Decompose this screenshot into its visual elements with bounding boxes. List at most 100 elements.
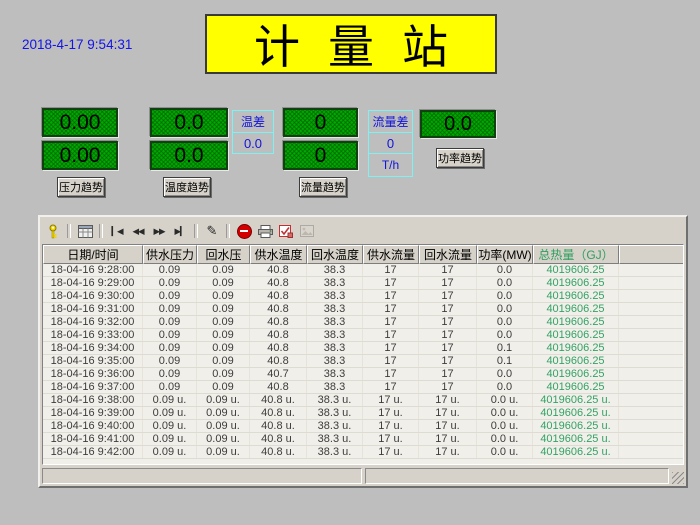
- table-row[interactable]: 18-04-16 9:29:000.090.0940.838.317170.04…: [43, 277, 683, 290]
- supply-flow-display: 0: [283, 108, 358, 137]
- table-cell: 40.8 u.: [250, 394, 307, 406]
- header-cell: 回水压: [197, 245, 250, 264]
- table-cell: 0.09: [143, 316, 197, 328]
- row-filler: [619, 433, 683, 445]
- first-record-icon[interactable]: ▎◀: [108, 223, 126, 239]
- status-pane-right: [365, 468, 669, 484]
- table-cell: 17: [419, 329, 477, 341]
- table-cell: 4019606.25: [533, 303, 619, 315]
- table-cell: 17: [419, 316, 477, 328]
- table-cell: 40.8: [250, 381, 307, 393]
- table-row[interactable]: 18-04-16 9:36:000.090.0940.738.317170.04…: [43, 368, 683, 381]
- table-cell: 0.09 u.: [197, 433, 250, 445]
- row-filler: [619, 342, 683, 354]
- flow-diff-value: 0: [368, 132, 413, 154]
- toolbar-separator: [67, 224, 71, 238]
- table-cell: 0.09: [143, 290, 197, 302]
- table-row[interactable]: 18-04-16 9:28:000.090.0940.838.317170.04…: [43, 264, 683, 277]
- pressure-trend-button[interactable]: 压力趋势: [57, 177, 105, 197]
- header-cell: 回水流量: [419, 245, 477, 264]
- table-cell: 0.0: [477, 277, 533, 289]
- table-cell: 38.3: [307, 368, 363, 380]
- table-cell: 40.8: [250, 290, 307, 302]
- table-cell: 4019606.25: [533, 316, 619, 328]
- image-icon[interactable]: [298, 223, 316, 239]
- table-cell: 4019606.25: [533, 355, 619, 367]
- temp-diff-value: 0.0: [232, 132, 274, 154]
- flow-diff-unit: T/h: [368, 153, 413, 177]
- table-cell: 17 u.: [419, 433, 477, 445]
- table-cell: 4019606.25: [533, 381, 619, 393]
- key-icon[interactable]: [44, 223, 62, 239]
- table-row[interactable]: 18-04-16 9:32:000.090.0940.838.317170.04…: [43, 316, 683, 329]
- table-cell: 0.09: [197, 381, 250, 393]
- table-cell: 17: [363, 355, 419, 367]
- table-cell: 0.09: [197, 290, 250, 302]
- table-cell: 38.3: [307, 355, 363, 367]
- flow-trend-button[interactable]: 流量趋势: [299, 177, 347, 197]
- table-toolbar: ▎◀ ◀◀ ▶▶ ▶▎ ✎: [40, 217, 686, 243]
- table-row[interactable]: 18-04-16 9:40:000.09 u.0.09 u.40.8 u.38.…: [43, 420, 683, 433]
- last-record-icon[interactable]: ▶▎: [171, 223, 189, 239]
- table-cell: 18-04-16 9:38:00: [43, 394, 143, 406]
- table-cell: 0.0 u.: [477, 446, 533, 458]
- table-row[interactable]: 18-04-16 9:39:000.09 u.0.09 u.40.8 u.38.…: [43, 407, 683, 420]
- row-filler: [619, 381, 683, 393]
- table-cell: 17: [363, 342, 419, 354]
- table-cell: 0.09: [197, 342, 250, 354]
- table-cell: 0.09: [143, 381, 197, 393]
- table-cell: 38.3 u.: [307, 446, 363, 458]
- printer-icon[interactable]: [256, 223, 274, 239]
- power-display: 0.0: [420, 110, 496, 138]
- fast-forward-icon[interactable]: ▶▶: [150, 223, 168, 239]
- resize-grip-icon[interactable]: [672, 472, 684, 484]
- pencil-icon[interactable]: ✎: [203, 223, 221, 239]
- table-cell: 40.7: [250, 368, 307, 380]
- table-cell: 40.8: [250, 329, 307, 341]
- table-cell: 18-04-16 9:37:00: [43, 381, 143, 393]
- table-row[interactable]: 18-04-16 9:41:000.09 u.0.09 u.40.8 u.38.…: [43, 433, 683, 446]
- table-cell: 0.0: [477, 381, 533, 393]
- table-cell: 17: [419, 381, 477, 393]
- temperature-trend-button[interactable]: 温度趋势: [163, 177, 211, 197]
- supply-temperature-display: 0.0: [150, 108, 228, 137]
- table-cell: 17: [363, 290, 419, 302]
- stop-icon[interactable]: [235, 223, 253, 239]
- table-cell: 18-04-16 9:29:00: [43, 277, 143, 289]
- export-check-icon[interactable]: [277, 223, 295, 239]
- table-cell: 38.3: [307, 329, 363, 341]
- table-cell: 17 u.: [419, 407, 477, 419]
- table-cell: 38.3 u.: [307, 394, 363, 406]
- table-cell: 4019606.25: [533, 342, 619, 354]
- table-row[interactable]: 18-04-16 9:33:000.090.0940.838.317170.04…: [43, 329, 683, 342]
- grid-view-icon[interactable]: [76, 223, 94, 239]
- table-cell: 0.09: [143, 277, 197, 289]
- fast-backward-icon[interactable]: ◀◀: [129, 223, 147, 239]
- table-cell: 0.0: [477, 303, 533, 315]
- row-filler: [619, 394, 683, 406]
- power-trend-button[interactable]: 功率趋势: [436, 148, 484, 168]
- table-cell: 18-04-16 9:42:00: [43, 446, 143, 458]
- table-row[interactable]: 18-04-16 9:34:000.090.0940.838.317170.14…: [43, 342, 683, 355]
- row-filler: [619, 355, 683, 367]
- table-cell: 17: [363, 277, 419, 289]
- table-cell: 0.09 u.: [197, 446, 250, 458]
- row-filler: [619, 303, 683, 315]
- table-cell: 4019606.25: [533, 277, 619, 289]
- table-cell: 0.09 u.: [143, 407, 197, 419]
- table-row[interactable]: 18-04-16 9:38:000.09 u.0.09 u.40.8 u.38.…: [43, 394, 683, 407]
- table-cell: 17: [363, 368, 419, 380]
- table-cell: 17: [363, 303, 419, 315]
- table-row[interactable]: 18-04-16 9:35:000.090.0940.838.317170.14…: [43, 355, 683, 368]
- table-cell: 17: [419, 355, 477, 367]
- return-flow-display: 0: [283, 141, 358, 170]
- table-row[interactable]: 18-04-16 9:42:000.09 u.0.09 u.40.8 u.38.…: [43, 446, 683, 459]
- table-row[interactable]: 18-04-16 9:31:000.090.0940.838.317170.04…: [43, 303, 683, 316]
- row-filler: [619, 446, 683, 458]
- table-cell: 0.09: [197, 316, 250, 328]
- table-row[interactable]: 18-04-16 9:37:000.090.0940.838.317170.04…: [43, 381, 683, 394]
- table-cell: 4019606.25: [533, 264, 619, 276]
- table-cell: 40.8 u.: [250, 433, 307, 445]
- row-filler: [619, 420, 683, 432]
- table-row[interactable]: 18-04-16 9:30:000.090.0940.838.317170.04…: [43, 290, 683, 303]
